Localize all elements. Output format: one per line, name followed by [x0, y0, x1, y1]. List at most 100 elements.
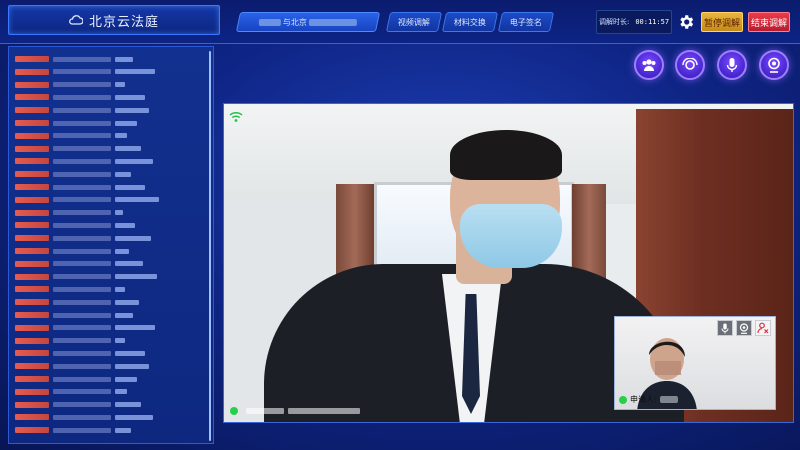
list-item[interactable] — [15, 260, 143, 268]
list-item[interactable] — [15, 285, 125, 293]
redacted-text — [53, 312, 111, 318]
redacted-text — [53, 94, 111, 100]
list-item[interactable] — [15, 183, 145, 191]
list-item[interactable] — [15, 119, 137, 127]
camera-icon[interactable] — [759, 50, 789, 80]
list-item[interactable] — [15, 324, 155, 332]
redacted-name — [15, 350, 49, 357]
list-item[interactable] — [15, 145, 141, 153]
list-item[interactable] — [15, 157, 153, 165]
redacted-text — [115, 69, 155, 75]
mic-icon[interactable] — [717, 320, 733, 336]
wifi-signal-icon — [229, 108, 243, 122]
camera-switch-icon[interactable] — [675, 50, 705, 80]
list-item[interactable] — [15, 93, 145, 101]
list-item[interactable] — [15, 68, 155, 76]
redacted-name — [15, 94, 49, 101]
redacted-text — [53, 261, 111, 267]
list-item[interactable] — [15, 170, 131, 178]
list-item[interactable] — [15, 337, 125, 345]
redacted-text — [115, 427, 131, 433]
redacted-text — [53, 274, 111, 280]
list-item[interactable] — [15, 132, 127, 140]
list-item[interactable] — [15, 413, 153, 421]
redacted-name — [15, 312, 49, 318]
tab-video-mediation[interactable]: 视频调解 — [385, 12, 443, 32]
redacted-name — [15, 248, 49, 254]
redacted-text — [53, 120, 111, 126]
redacted-name — [15, 299, 49, 306]
redacted-text — [53, 184, 111, 190]
redacted-text — [53, 414, 111, 420]
scrollbar[interactable] — [209, 51, 211, 441]
end-mediation-button[interactable]: 结束调解 — [748, 12, 790, 32]
redacted-text — [53, 146, 111, 152]
list-item[interactable] — [15, 388, 127, 396]
app-brand: 北京云法庭 — [8, 5, 220, 35]
redacted-text — [115, 56, 133, 62]
tab-material-exchange[interactable]: 材料交换 — [441, 12, 499, 32]
list-item[interactable] — [15, 401, 141, 409]
redacted-name — [15, 81, 49, 88]
redacted-text — [288, 408, 360, 414]
redacted-name — [15, 427, 49, 434]
list-item[interactable] — [15, 209, 123, 217]
redacted-text — [115, 82, 125, 88]
list-item[interactable] — [15, 247, 129, 255]
redacted-text — [115, 248, 129, 254]
online-status-icon — [619, 395, 627, 404]
microphone-icon[interactable] — [717, 50, 747, 80]
redacted-text — [259, 18, 281, 26]
redacted-text — [309, 18, 357, 26]
redacted-text — [115, 274, 157, 280]
main-video-caption — [230, 405, 360, 417]
redacted-name — [15, 145, 49, 152]
redacted-text — [53, 82, 111, 88]
user-remove-icon[interactable] — [755, 320, 771, 336]
redacted-text — [53, 402, 111, 408]
redacted-text — [53, 107, 111, 113]
redacted-text — [115, 133, 127, 139]
list-item[interactable] — [15, 362, 149, 370]
redacted-text — [115, 299, 139, 305]
list-item[interactable] — [15, 298, 139, 306]
redacted-name — [15, 235, 49, 242]
case-tab[interactable]: 与北京 — [235, 12, 381, 32]
redacted-text — [115, 376, 137, 382]
redacted-text — [115, 414, 153, 420]
list-item[interactable] — [15, 426, 131, 434]
tab-label: 电子签名 — [510, 17, 542, 27]
pip-video-feed[interactable]: 申请人: — [614, 316, 776, 410]
list-item[interactable] — [15, 349, 145, 357]
redacted-text — [246, 408, 284, 414]
list-item[interactable] — [15, 234, 151, 242]
list-item[interactable] — [15, 273, 157, 281]
list-item[interactable] — [15, 55, 133, 63]
list-item[interactable] — [15, 221, 135, 229]
redacted-name — [15, 286, 49, 293]
list-item[interactable] — [15, 196, 159, 204]
redacted-text — [115, 210, 123, 216]
list-item[interactable] — [15, 375, 137, 383]
redacted-text — [115, 146, 141, 152]
redacted-text — [53, 210, 111, 216]
redacted-name — [15, 120, 49, 126]
list-item[interactable] — [15, 311, 133, 319]
gear-icon[interactable] — [677, 13, 695, 31]
redacted-text — [53, 389, 111, 395]
camera-icon[interactable] — [736, 320, 752, 336]
tab-e-signature[interactable]: 电子签名 — [497, 12, 555, 32]
redacted-name — [15, 222, 49, 229]
list-item[interactable] — [15, 81, 125, 89]
redacted-text — [115, 363, 149, 369]
pause-mediation-button[interactable]: 暂停调解 — [701, 12, 743, 32]
redacted-text — [53, 235, 111, 241]
participants-icon[interactable] — [634, 50, 664, 80]
redacted-text — [115, 171, 131, 177]
speaker-figure — [460, 204, 562, 268]
redacted-text — [115, 222, 135, 228]
list-item[interactable] — [15, 106, 149, 114]
tab-label: 视频调解 — [398, 17, 430, 27]
redacted-name — [15, 132, 49, 139]
redacted-name — [15, 376, 49, 382]
